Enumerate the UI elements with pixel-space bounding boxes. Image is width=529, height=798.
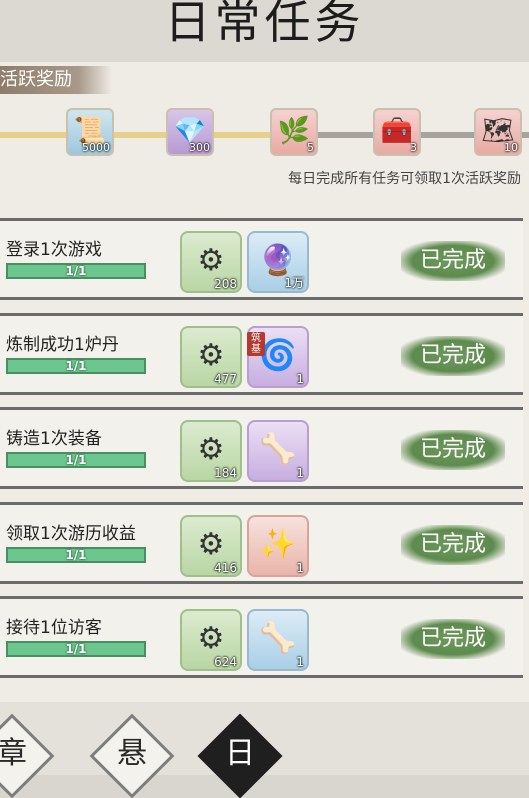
milestone-count: 5: [307, 141, 314, 154]
task-row: 登录1次游戏 1/1 ⚙ 208 🔮 1万 已完成: [0, 218, 523, 300]
reward-item[interactable]: ⚙ 208: [180, 231, 242, 293]
reward-count: 208: [214, 277, 237, 291]
reward-item[interactable]: 🦴 1: [247, 609, 309, 671]
reward-count: 624: [214, 655, 237, 669]
horn-icon: 🦴: [259, 621, 297, 656]
nav-bounty-label: 悬: [117, 736, 147, 771]
activity-hint: 每日完成所有任务可领取1次活跃奖励: [288, 171, 521, 187]
reward-item[interactable]: ⚙ 477: [180, 326, 242, 388]
task-row: 领取1次游历收益 1/1 ⚙ 416 ✨ 1 已完成: [0, 502, 523, 584]
reward-count: 1: [296, 372, 304, 386]
reward-item[interactable]: ⚙ 184: [180, 420, 242, 482]
task-progress-bar: 1/1: [6, 358, 146, 374]
milestone-reward[interactable]: 🧰 3: [373, 108, 421, 156]
reward-count: 1: [296, 655, 304, 669]
reward-item[interactable]: ⚙ 416: [180, 515, 242, 577]
nav-daily-label: 日: [225, 736, 255, 771]
milestone-count: 300: [189, 141, 210, 154]
completed-button[interactable]: 已完成: [401, 619, 505, 659]
task-name: 登录1次游戏: [6, 240, 102, 260]
task-row: 炼制成功1炉丹 1/1 ⚙ 477 🌀 筑基 1 已完成: [0, 313, 523, 395]
reward-count: 1: [296, 561, 304, 575]
crystal-icon: 🔮: [259, 243, 297, 278]
completed-button[interactable]: 已完成: [401, 430, 505, 470]
reward-count: 477: [214, 372, 237, 386]
reward-count: 184: [214, 466, 237, 480]
horn-icon: 🦴: [259, 432, 297, 467]
activity-reward-tab: 活跃奖励: [0, 66, 112, 94]
milestone-reward[interactable]: 💎 300: [166, 108, 214, 156]
reward-count: 416: [214, 561, 237, 575]
task-progress-text: 1/1: [65, 264, 87, 278]
reward-item[interactable]: ⚙ 624: [180, 609, 242, 671]
task-progress-bar: 1/1: [6, 547, 146, 563]
task-progress-text: 1/1: [65, 548, 87, 562]
purple-crystal-icon: ✨: [259, 527, 297, 562]
spirit-stone-icon: ⚙: [197, 338, 225, 373]
milestone-reward[interactable]: 🗺 10: [474, 108, 522, 156]
task-name: 炼制成功1炉丹: [6, 335, 119, 355]
task-name: 接待1位访客: [6, 618, 102, 638]
reward-count: 1万: [284, 276, 304, 290]
completed-button[interactable]: 已完成: [401, 241, 505, 281]
milestone-reward[interactable]: 📜 5000: [66, 108, 114, 156]
nav-chapter-label: 章: [0, 736, 27, 771]
task-progress-text: 1/1: [65, 453, 87, 467]
reward-item[interactable]: 🔮 1万: [247, 231, 309, 293]
page-title: 日常任务: [164, 0, 365, 49]
task-progress-bar: 1/1: [6, 641, 146, 657]
milestone-reward[interactable]: 🌿 5: [270, 108, 318, 156]
task-progress-text: 1/1: [65, 642, 87, 656]
milestone-count: 5000: [82, 141, 110, 154]
reward-item[interactable]: 🦴 1: [247, 420, 309, 482]
title-bar: 日常任务: [0, 0, 529, 62]
completed-button[interactable]: 已完成: [401, 336, 505, 376]
spirit-stone-icon: ⚙: [197, 432, 225, 467]
task-progress-text: 1/1: [65, 359, 87, 373]
reward-badge: 筑基: [247, 332, 265, 356]
reward-item[interactable]: ✨ 1: [247, 515, 309, 577]
milestone-count: 3: [410, 141, 417, 154]
task-progress-bar: 1/1: [6, 263, 146, 279]
task-row: 铸造1次装备 1/1 ⚙ 184 🦴 1 已完成: [0, 407, 523, 489]
milestone-count: 10: [504, 141, 518, 154]
spirit-stone-icon: ⚙: [197, 527, 225, 562]
task-progress-bar: 1/1: [6, 452, 146, 468]
reward-item[interactable]: 🌀 筑基 1: [247, 326, 309, 388]
task-name: 铸造1次装备: [6, 429, 102, 449]
completed-button[interactable]: 已完成: [401, 525, 505, 565]
reward-count: 1: [296, 466, 304, 480]
task-row: 接待1位访客 1/1 ⚙ 624 🦴 1 已完成: [0, 596, 523, 678]
spirit-stone-icon: ⚙: [197, 243, 225, 278]
spirit-stone-icon: ⚙: [197, 621, 225, 656]
task-name: 领取1次游历收益: [6, 524, 136, 544]
